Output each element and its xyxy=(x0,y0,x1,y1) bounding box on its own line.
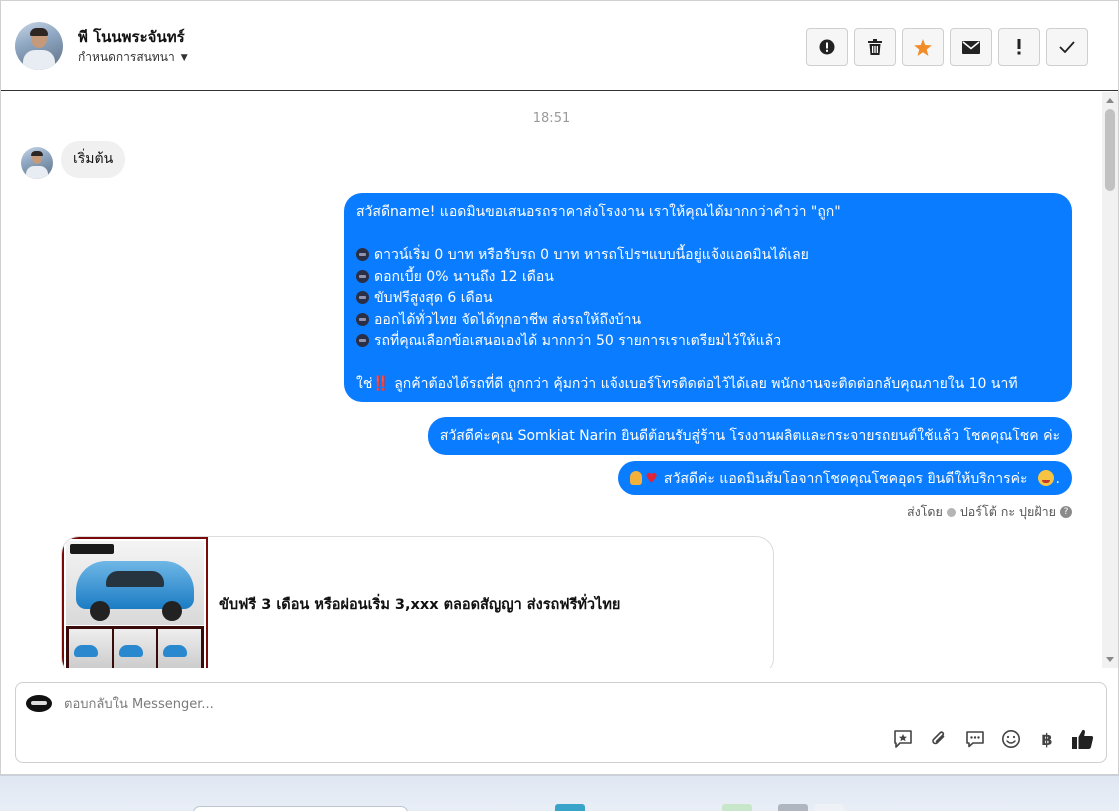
os-taskbar xyxy=(0,775,1119,811)
heart-icon: ♥ xyxy=(645,471,658,487)
reply-input[interactable] xyxy=(64,693,964,715)
saved-reply-icon xyxy=(894,730,912,748)
incoming-message[interactable]: เริ่มต้น xyxy=(61,141,126,178)
payment-button[interactable]: ฿ xyxy=(1036,728,1058,750)
taskbar-app-icon[interactable] xyxy=(722,804,752,811)
chat-bubbles-icon xyxy=(966,731,984,748)
envelope-icon xyxy=(962,40,980,54)
ad-card-title: ขับฟรี 3 เดือน หรือผ่อนเริ่ม 3,xxx ตลอดส… xyxy=(219,597,621,613)
message-line-blank xyxy=(356,224,1060,246)
message-line: ดาวน์เริ่ม 0 บาท หรือรับรถ 0 บาท หารถโปร… xyxy=(356,245,1060,267)
star-button[interactable] xyxy=(902,28,944,66)
mark-done-button[interactable] xyxy=(1046,28,1088,66)
conversation-header: พี โนนพระจันทร์ กำหนดการสนทนา ▼ xyxy=(1,1,1118,91)
message-timestamp: 18:51 xyxy=(532,111,571,126)
trash-icon xyxy=(868,39,882,55)
ad-card[interactable]: ขับฟรี 3 เดือน หรือผ่อนเริ่ม 3,xxx ตลอดส… xyxy=(61,536,774,668)
message-line: สวัสดีname! แอดมินขอเสนอรถราคาส่งโรงงาน … xyxy=(356,204,841,220)
taskbar-search[interactable] xyxy=(193,806,408,811)
attach-button[interactable] xyxy=(928,728,950,750)
emoji-bullet-icon xyxy=(356,334,369,347)
help-icon[interactable]: ? xyxy=(1060,506,1072,518)
taskbar-app-icon[interactable] xyxy=(778,804,808,811)
contact-name[interactable]: พี โนนพระจันทร์ xyxy=(78,25,185,49)
message-line: ออกได้ทั่วไทย จัดได้ทุกอาชีพ ส่งรถให้ถึง… xyxy=(356,310,1060,332)
alert-circle-icon xyxy=(819,39,835,55)
attachment-icon xyxy=(932,731,945,745)
scrollbar-thumb[interactable] xyxy=(1105,109,1115,191)
smiling-face-icon xyxy=(1037,470,1054,486)
emoji-bullet-icon xyxy=(356,312,369,326)
message-thread[interactable]: 18:51 เริ่มต้น สวัสดีname! แอดมินขอเสนอร… xyxy=(1,92,1102,668)
inbox-window: พี โนนพระจันทร์ กำหนดการสนทนา ▼ 18:51 เร… xyxy=(0,0,1119,775)
baht-icon: ฿ xyxy=(1041,729,1053,749)
message-line: ใช่‼️ ลูกค้าต้องได้รถที่ดี ถูกกว่า คุ้มก… xyxy=(356,376,1018,392)
assign-label: กำหนดการสนทนา xyxy=(78,50,175,64)
delete-button[interactable] xyxy=(854,28,896,66)
emoji-icon xyxy=(1002,730,1020,748)
sender-avatar xyxy=(21,147,53,179)
composer-tools: ฿ xyxy=(892,728,1094,750)
scroll-up-icon[interactable] xyxy=(1106,98,1114,103)
sent-by-label: ส่งโดย xyxy=(906,504,943,519)
message-line: รถที่คุณเลือกข้อเสนอเองได้ มากกว่า 50 รา… xyxy=(356,331,1060,353)
ad-card-image xyxy=(62,537,208,668)
emoji-bullet-icon xyxy=(356,291,369,304)
reply-composer: ฿ xyxy=(15,682,1107,763)
assign-conversation-dropdown[interactable]: กำหนดการสนทนา ▼ xyxy=(78,48,188,67)
message-line: ดอกเบี้ย 0% นานถึง 12 เดือน xyxy=(356,267,1060,289)
taskbar-app-icon[interactable] xyxy=(814,804,844,811)
chevron-down-icon: ▼ xyxy=(180,52,188,63)
page-logo xyxy=(26,695,52,712)
conversation-toolbar xyxy=(806,28,1088,66)
message-line-blank xyxy=(356,353,1060,375)
sent-by-info: ส่งโดย ปอร์โต้ กะ ปุยฝ้าย ? xyxy=(907,502,1072,522)
emoji-button[interactable] xyxy=(1000,728,1022,750)
praying-hands-icon xyxy=(630,471,643,485)
outgoing-message[interactable]: สวัสดีค่ะคุณ Somkiat Narin ยินดีต้อนรับส… xyxy=(427,417,1072,455)
sent-by-name: ปอร์โต้ กะ ปุยฝ้าย xyxy=(959,504,1056,519)
follow-up-button[interactable] xyxy=(998,28,1040,66)
contact-avatar[interactable] xyxy=(15,22,63,70)
mark-spam-button[interactable] xyxy=(806,28,848,66)
star-icon xyxy=(914,38,932,56)
message-line: ขับฟรีสูงสุด 6 เดือน xyxy=(356,288,1060,310)
saved-reply-button[interactable] xyxy=(892,728,914,750)
thread-scrollbar[interactable] xyxy=(1102,92,1118,668)
emoji-bullet-icon xyxy=(356,269,369,283)
outgoing-message[interactable]: สวัสดีname! แอดมินขอเสนอรถราคาส่งโรงงาน … xyxy=(344,193,1072,402)
taskbar-app-icon[interactable] xyxy=(555,804,585,811)
scroll-down-icon[interactable] xyxy=(1106,657,1114,662)
thumbs-up-icon xyxy=(1072,729,1094,749)
emoji-bullet-icon xyxy=(356,248,369,261)
mark-unread-button[interactable] xyxy=(950,28,992,66)
checkmark-icon xyxy=(1059,41,1075,53)
quick-replies-button[interactable] xyxy=(964,728,986,750)
exclamation-icon xyxy=(1017,39,1021,55)
like-button[interactable] xyxy=(1072,728,1094,750)
outgoing-message[interactable]: ♥ สวัสดีค่ะ แอดมินส้มโอจากโชคคุณโชคอุดร ย… xyxy=(618,461,1072,495)
sender-dot-icon xyxy=(946,507,956,517)
